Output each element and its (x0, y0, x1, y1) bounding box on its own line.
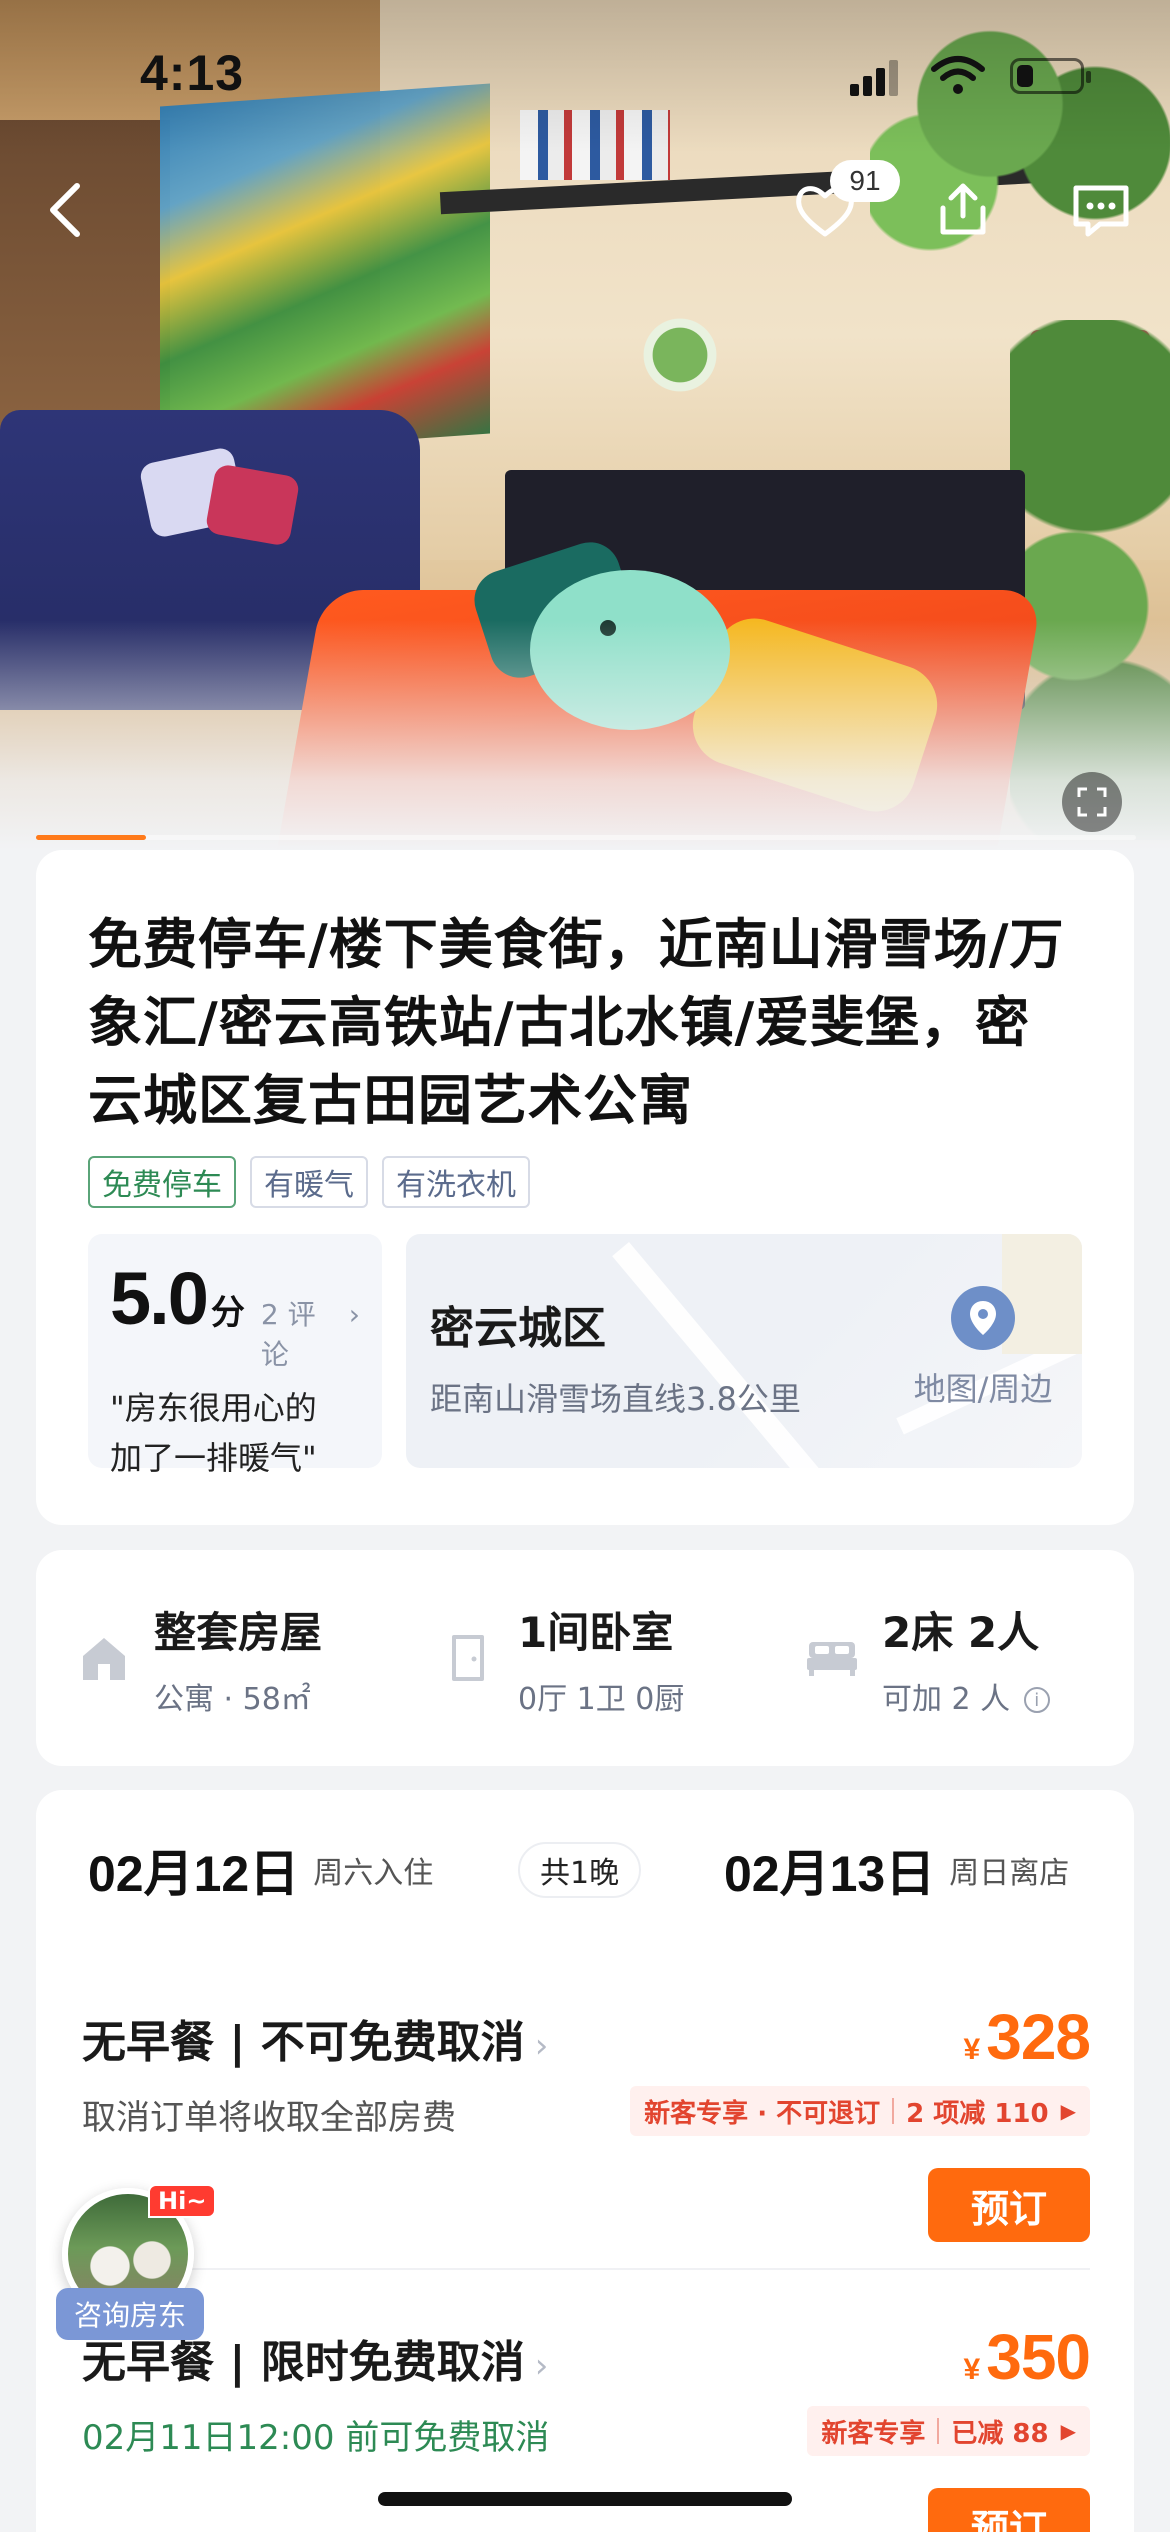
room-bedrooms: 1间卧室 0厅 1卫 0厨 (440, 1599, 804, 1718)
review-quote-line: "房东很用心的 (110, 1389, 317, 1427)
caret-right-icon: ▶ (1060, 2099, 1076, 2123)
fullscreen-button[interactable] (1062, 772, 1122, 832)
info-icon[interactable]: i (1023, 1687, 1050, 1713)
checkin-date: 02月12日 (88, 1846, 300, 1902)
rating-unit: 分 (210, 1293, 245, 1333)
promo-divider (937, 2418, 940, 2444)
message-button[interactable] (1066, 175, 1136, 245)
checkin-label: 周六入住 (313, 1856, 434, 1891)
battery-level (1017, 65, 1033, 87)
room-type-sub: 公寓 · 58㎡ (154, 1681, 311, 1717)
house-icon (76, 1630, 132, 1686)
door-icon (440, 1630, 496, 1686)
plan-name-text: 无早餐 | 不可免费取消 (82, 2017, 525, 2068)
book-button[interactable]: 预订 (928, 2488, 1090, 2532)
chevron-right-icon: › (534, 2026, 549, 2066)
photo-fade (0, 620, 1170, 850)
booking-card: 02月12日 周六入住 共1晚 02月13日 周日离店 无早餐 | 不可免费取消… (36, 1790, 1134, 2532)
plan-price: ¥328 (963, 2000, 1091, 2074)
map-label: 地图/周边 (913, 1370, 1053, 1408)
back-button[interactable] (30, 175, 100, 245)
favorite-count-badge: 91 (830, 160, 900, 202)
promo-discount: 2 项减 110 (906, 2098, 1049, 2129)
rating-box[interactable]: 5.0 分 2 评论 › "房东很用心的 加了一排暖气" (88, 1234, 382, 1477)
plan-name[interactable]: 无早餐 | 不可免费取消 › (82, 2006, 548, 2070)
room-type: 整套房屋 公寓 · 58㎡ (76, 1599, 440, 1718)
promo-label: 新客专享 · 不可退订 (644, 2098, 881, 2129)
chevron-right-icon: › (534, 2346, 549, 2386)
beds-sub-text: 可加 2 人 (882, 1681, 1011, 1717)
tag-heating: 有暖气 (250, 1156, 368, 1208)
map-nearby-button[interactable]: 地图/周边 (908, 1286, 1058, 1410)
promo-divider (892, 2098, 895, 2124)
bedroom-title: 1间卧室 (518, 1607, 674, 1657)
status-time: 4:13 (140, 45, 245, 101)
listing-summary-card: 免费停车/楼下美食街，近南山滑雪场/万象汇/密云高铁站/古北水镇/爱斐堡，密云城… (36, 850, 1134, 1525)
review-quote-line: 加了一排暖气" (110, 1439, 317, 1477)
date-selector[interactable]: 02月12日 周六入住 共1晚 02月13日 周日离店 (36, 1790, 1134, 1950)
promo-discount: 已减 88 (951, 2418, 1049, 2449)
currency-symbol: ¥ (963, 2353, 981, 2386)
plan-name-text: 无早餐 | 限时免费取消 (82, 2337, 525, 2388)
location-pin-icon (951, 1286, 1015, 1350)
expand-icon (1077, 787, 1107, 817)
contact-host-button[interactable]: Hi~ 咨询房东 (56, 2180, 217, 2340)
share-button[interactable] (928, 175, 998, 245)
promo-badge[interactable]: 新客专享 · 不可退订 2 项减 110 ▶ (630, 2086, 1090, 2136)
listing-title: 免费停车/楼下美食街，近南山滑雪场/万象汇/密云高铁站/古北水镇/爱斐堡，密云城… (88, 913, 1065, 1132)
price-amount: 350 (986, 2321, 1091, 2393)
promo-badge[interactable]: 新客专享 已减 88 ▶ (807, 2406, 1090, 2456)
signal-icon (850, 60, 900, 96)
tag-free-parking: 免费停车 (88, 1156, 236, 1208)
media-progress-bar[interactable] (36, 835, 1136, 840)
nights-badge: 共1晚 (518, 1842, 642, 1898)
review-quote: "房东很用心的 加了一排暖气" (110, 1383, 360, 1483)
chevron-right-icon: › (348, 1298, 360, 1331)
location-map-box[interactable]: 密云城区 距南山滑雪场直线3.8公里 地图/周边 (406, 1234, 1082, 1468)
room-beds[interactable]: 2床 2人 可加 2 人 i (804, 1599, 1050, 1718)
bedroom-sub: 0厅 1卫 0厨 (518, 1681, 685, 1717)
contact-host-label: 咨询房东 (56, 2288, 204, 2340)
home-indicator[interactable] (378, 2492, 792, 2506)
review-count-link[interactable]: 2 评论 (261, 1293, 341, 1373)
checkout: 02月13日 周日离店 (724, 1790, 1069, 1950)
media-progress-fill (36, 835, 146, 840)
plan-cancel-policy: 取消订单将收取全部房费 (82, 2098, 456, 2138)
currency-symbol: ¥ (963, 2033, 981, 2066)
tag-washer: 有洗衣机 (382, 1156, 530, 1208)
checkout-label: 周日离店 (949, 1856, 1070, 1891)
chat-icon (1073, 185, 1129, 237)
promo-label: 新客专享 (821, 2418, 926, 2449)
status-bar: 4:13 (0, 0, 1170, 140)
feature-tags: 免费停车 有暖气 有洗衣机 (88, 1156, 1082, 1208)
rating-score: 5.0 (110, 1257, 209, 1340)
beds-title: 2床 2人 (882, 1607, 1040, 1657)
host-hi-badge: Hi~ (148, 2184, 217, 2218)
plan-price: ¥350 (963, 2320, 1091, 2394)
battery-icon (1010, 58, 1091, 94)
share-icon (940, 183, 986, 235)
bed-icon (804, 1630, 860, 1686)
wifi-icon (930, 55, 986, 95)
beds-sub: 可加 2 人 i (882, 1674, 1050, 1718)
book-button[interactable]: 预订 (928, 2168, 1090, 2242)
plan-cancel-policy: 02月11日12:00 前可免费取消 (82, 2418, 550, 2458)
room-info-card: 整套房屋 公寓 · 58㎡ 1间卧室 0厅 1卫 0厨 2床 2人 可加 2 人… (36, 1550, 1134, 1766)
room-type-title: 整套房屋 (154, 1607, 323, 1657)
checkout-date: 02月13日 (724, 1846, 936, 1902)
chevron-left-icon (50, 183, 80, 237)
price-amount: 328 (986, 2001, 1091, 2073)
caret-right-icon: ▶ (1060, 2419, 1076, 2443)
